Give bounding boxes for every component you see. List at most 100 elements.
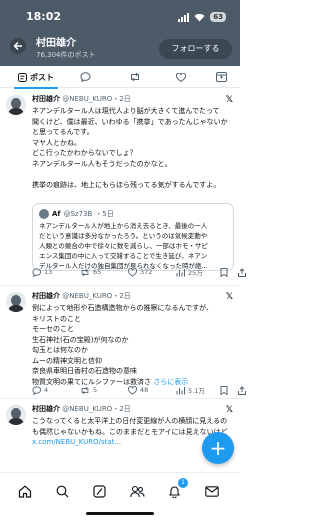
- x-logo-icon: 𝕏: [225, 405, 233, 415]
- tab-reposts[interactable]: [118, 66, 152, 88]
- avatar[interactable]: [6, 405, 26, 425]
- tweet-line: 例によって地形や石造構造物からの推察になるんですが、: [32, 304, 213, 312]
- reply-button[interactable]: 4: [32, 384, 48, 396]
- quote-line: 人類との競合の中で徐々に数を減らし、一部はホモ・サピ: [39, 242, 208, 250]
- nav-grok[interactable]: [88, 481, 110, 501]
- quote-avatar: [39, 209, 49, 219]
- like-count: 48: [140, 386, 149, 394]
- tweet-line: 勾玉とは何なのか: [32, 346, 88, 354]
- tweet-line: ムーの精神文明と信仰: [32, 356, 102, 365]
- like-button[interactable]: 48: [128, 384, 148, 396]
- quote-line: エンス集団の中に入って交雑することで生き延び、ネアン: [39, 252, 208, 260]
- repost-count: 65: [93, 268, 102, 276]
- tweet-line: 奈良県車明日香村の石造物の意味: [32, 367, 137, 375]
- grok-icon: [92, 484, 106, 498]
- tweet-line: マヤ人とかね。: [32, 138, 81, 147]
- signal-icon: [178, 12, 190, 22]
- share-button[interactable]: [238, 384, 246, 396]
- tab-likes[interactable]: [164, 66, 198, 88]
- views-button[interactable]: 25万: [176, 266, 203, 278]
- tweet-2[interactable]: 村田雄介 @NEBU_KURO・2日 𝕏 例によって地形や石造構造物からの推察に…: [0, 286, 246, 398]
- share-icon: [238, 385, 246, 395]
- bookmark-icon: [220, 385, 228, 395]
- tweet-line: こうなってくると太平洋上の日付変更線が人の横顔に見えるの: [32, 417, 228, 425]
- tweet-1[interactable]: 村田雄介 @NEBU_KURO・2日 𝕏 ネアンデルタール人は現代人より脳が大き…: [0, 89, 246, 285]
- reply-icon: [32, 385, 41, 395]
- search-icon: [56, 485, 68, 497]
- bookmark-icon: [220, 267, 228, 277]
- people-icon: [129, 485, 145, 497]
- repost-count: 5: [93, 386, 98, 394]
- plus-icon: +: [209, 436, 227, 460]
- reply-tab-icon: [79, 72, 90, 82]
- tweet-3[interactable]: 村田雄介 @NEBU_KURO・2日 𝕏 こうなってくると太平洋上の日付変更線が…: [0, 399, 240, 472]
- author-name: 村田雄介: [32, 405, 60, 413]
- tweet-time: ・2日: [112, 405, 131, 413]
- tweet-line: 生石神社(石の宝殿)が何なのか: [32, 335, 129, 344]
- reply-button[interactable]: 13: [32, 266, 52, 278]
- author-handle: @NEBU_KURO: [62, 292, 113, 300]
- tweet-line: と思ってるんです。: [32, 128, 94, 136]
- tab-media[interactable]: [204, 66, 238, 88]
- mail-icon: [205, 485, 219, 497]
- compose-button[interactable]: +: [202, 432, 234, 464]
- profile-tabs: ポスト: [0, 66, 240, 89]
- nav-notifications[interactable]: 1: [163, 478, 188, 501]
- tweet-text: ネアンデルタール人は現代人より脳が大きくて進んでたって 聞くけど、僕は最近、いわ…: [32, 106, 233, 190]
- x-logo-icon: 𝕏: [225, 292, 233, 302]
- quote-line: ネアンデルタール人が地上から消え去るとき、最後の一人: [39, 222, 208, 230]
- heart-tab-icon: [176, 72, 186, 82]
- author-name: 村田雄介: [32, 292, 60, 300]
- notification-badge: 1: [178, 478, 188, 488]
- author-name: 村田雄介: [32, 95, 60, 103]
- home-icon: [18, 484, 32, 498]
- quote-time: ・5日: [95, 210, 114, 218]
- view-count: 25万: [188, 269, 203, 277]
- heart-icon: [128, 267, 137, 277]
- profile-header: 18:02 63 村田雄介 76,304件のポスト フォローする: [0, 0, 240, 66]
- views-button[interactable]: 5.1万: [176, 384, 205, 396]
- reply-icon: [32, 267, 41, 277]
- reply-count: 13: [44, 268, 53, 276]
- bookmark-button[interactable]: [220, 384, 228, 396]
- nav-messages[interactable]: [201, 481, 223, 501]
- wifi-icon: [194, 13, 205, 21]
- follow-button[interactable]: フォローする: [159, 39, 232, 59]
- tweet-header: 村田雄介 @NEBU_KURO・2日: [32, 94, 236, 105]
- tweet-line: どこ行ったかわからないでしょ？: [32, 149, 137, 157]
- share-icon: [238, 267, 246, 277]
- nav-search[interactable]: [51, 481, 73, 501]
- quote-line: だという意識は多分なかったろう。というのは気候変動や: [39, 232, 208, 240]
- share-button[interactable]: [238, 266, 246, 278]
- profile-name: 村田雄介: [36, 38, 76, 49]
- view-count: 5.1万: [188, 387, 205, 395]
- avatar[interactable]: [6, 292, 26, 312]
- tweet-line: ネアンデルタール人もそうだったのかなと。: [32, 159, 172, 168]
- tweet-line: ネアンデルタール人は現代人より脳が大きくて進んでたって: [32, 107, 220, 115]
- tweet-actions: 4 5 48 5.1万: [32, 384, 246, 396]
- avatar[interactable]: [6, 95, 26, 115]
- tweet-line: 聞くけど、僕は最近、いわゆる「携挙」であったんじゃないか: [32, 117, 228, 126]
- quote-text: ネアンデルタール人が地上から消え去るとき、最後の一人 だという意識は多分なかった…: [39, 221, 228, 270]
- x-logo-icon: 𝕏: [225, 95, 233, 105]
- tweet-time: ・2日: [112, 95, 131, 103]
- tab-replies[interactable]: [68, 66, 102, 88]
- tweet-line: キリストのこと: [32, 314, 81, 323]
- repost-button[interactable]: 5: [80, 384, 97, 396]
- status-bar: 18:02 63: [0, 8, 240, 26]
- quote-author-name: Af: [52, 210, 61, 218]
- quoted-tweet[interactable]: Af @Sz73B ・5日 ネアンデルタール人が地上から消え去るとき、最後の一人 …: [32, 203, 234, 271]
- author-handle: @NEBU_KURO: [62, 95, 113, 103]
- like-button[interactable]: 372: [128, 266, 152, 278]
- like-count: 372: [140, 268, 153, 276]
- bookmark-button[interactable]: [220, 266, 228, 278]
- tweet-header: 村田雄介 @NEBU_KURO・2日: [32, 291, 236, 302]
- tweet-actions: 13 65 372 25万: [32, 266, 246, 278]
- tweet-line: も偶然じゃないかもね。このままだとモアイには見えないけど: [32, 427, 228, 436]
- back-arrow-icon[interactable]: [10, 38, 26, 54]
- repost-button[interactable]: 65: [80, 266, 101, 278]
- nav-communities[interactable]: [126, 481, 148, 501]
- post-count: 76,304件のポスト: [36, 51, 96, 59]
- nav-home[interactable]: [14, 481, 36, 501]
- tab-posts[interactable]: ポスト: [12, 66, 60, 89]
